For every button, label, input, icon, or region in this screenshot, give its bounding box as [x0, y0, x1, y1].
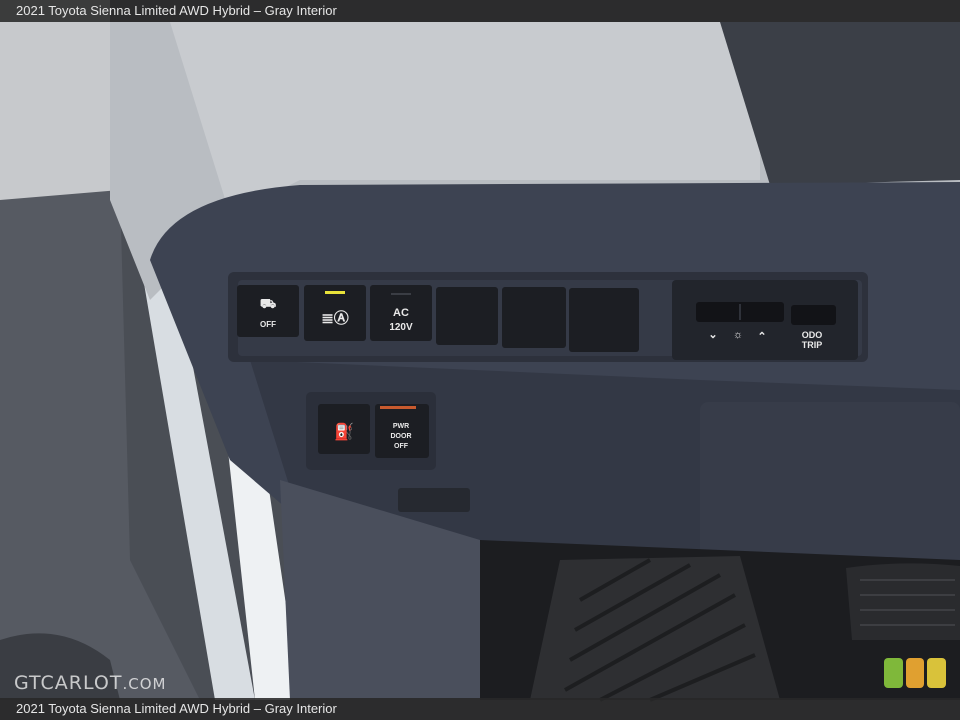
ac-indicator: [391, 293, 411, 295]
ac-label: AC: [393, 307, 409, 319]
blank-switch-2: [502, 287, 566, 348]
hood-release-slot: [398, 488, 470, 512]
watermark-suffix: .COM: [122, 675, 167, 693]
vsc-off-icon: ⛟: [260, 296, 276, 311]
off-label: OFF: [394, 443, 409, 450]
door-panel-upper: [0, 0, 110, 220]
vsc-off-button[interactable]: ⛟ OFF: [237, 285, 299, 337]
120v-label: 120V: [389, 322, 413, 333]
photo-scene: ⛟ OFF ≣Ⓐ AC 120V ⌄ ☼ ⌃ ODO TRIP ⛽ PWR DO…: [0, 0, 960, 720]
storage-lid: [700, 402, 960, 572]
auto-headlight-icon: ≣Ⓐ: [321, 309, 349, 327]
caption-top: 2021 Toyota Sienna Limited AWD Hybrid – …: [0, 0, 960, 22]
power-door-off-button[interactable]: PWR DOOR OFF: [375, 404, 429, 458]
odo-label: ODO: [802, 330, 823, 340]
dimmer-down-icon: ⌄: [708, 329, 717, 341]
brake-pedal: [846, 563, 960, 640]
gtcarlot-badge: [884, 658, 947, 688]
blank-switch-3: [569, 288, 639, 352]
trip-label: TRIP: [802, 340, 823, 350]
auto-headlight-button[interactable]: ≣Ⓐ: [304, 285, 366, 341]
caption-bottom: 2021 Toyota Sienna Limited AWD Hybrid – …: [0, 698, 960, 720]
fuel-door-icon: ⛽: [334, 422, 354, 441]
badge-yellow: [927, 658, 947, 688]
door-label: DOOR: [391, 433, 412, 440]
watermark-main: GTCARLOT: [14, 672, 123, 694]
ac-120v-button[interactable]: AC 120V: [370, 285, 432, 341]
dimmer-up-icon: ⌃: [757, 331, 766, 343]
fuel-door-button[interactable]: ⛽: [318, 404, 370, 454]
dimmer-light-icon: ☼: [733, 329, 743, 341]
badge-orange: [905, 658, 925, 688]
gtcarlot-watermark: GTCARLOT.COM: [14, 672, 166, 694]
blank-switch-1: [436, 287, 498, 345]
power-door-indicator: [380, 406, 416, 409]
pwr-label: PWR: [393, 423, 409, 430]
indicator-light: [325, 291, 345, 294]
vsc-off-label: OFF: [260, 320, 276, 329]
badge-green: [884, 658, 903, 688]
